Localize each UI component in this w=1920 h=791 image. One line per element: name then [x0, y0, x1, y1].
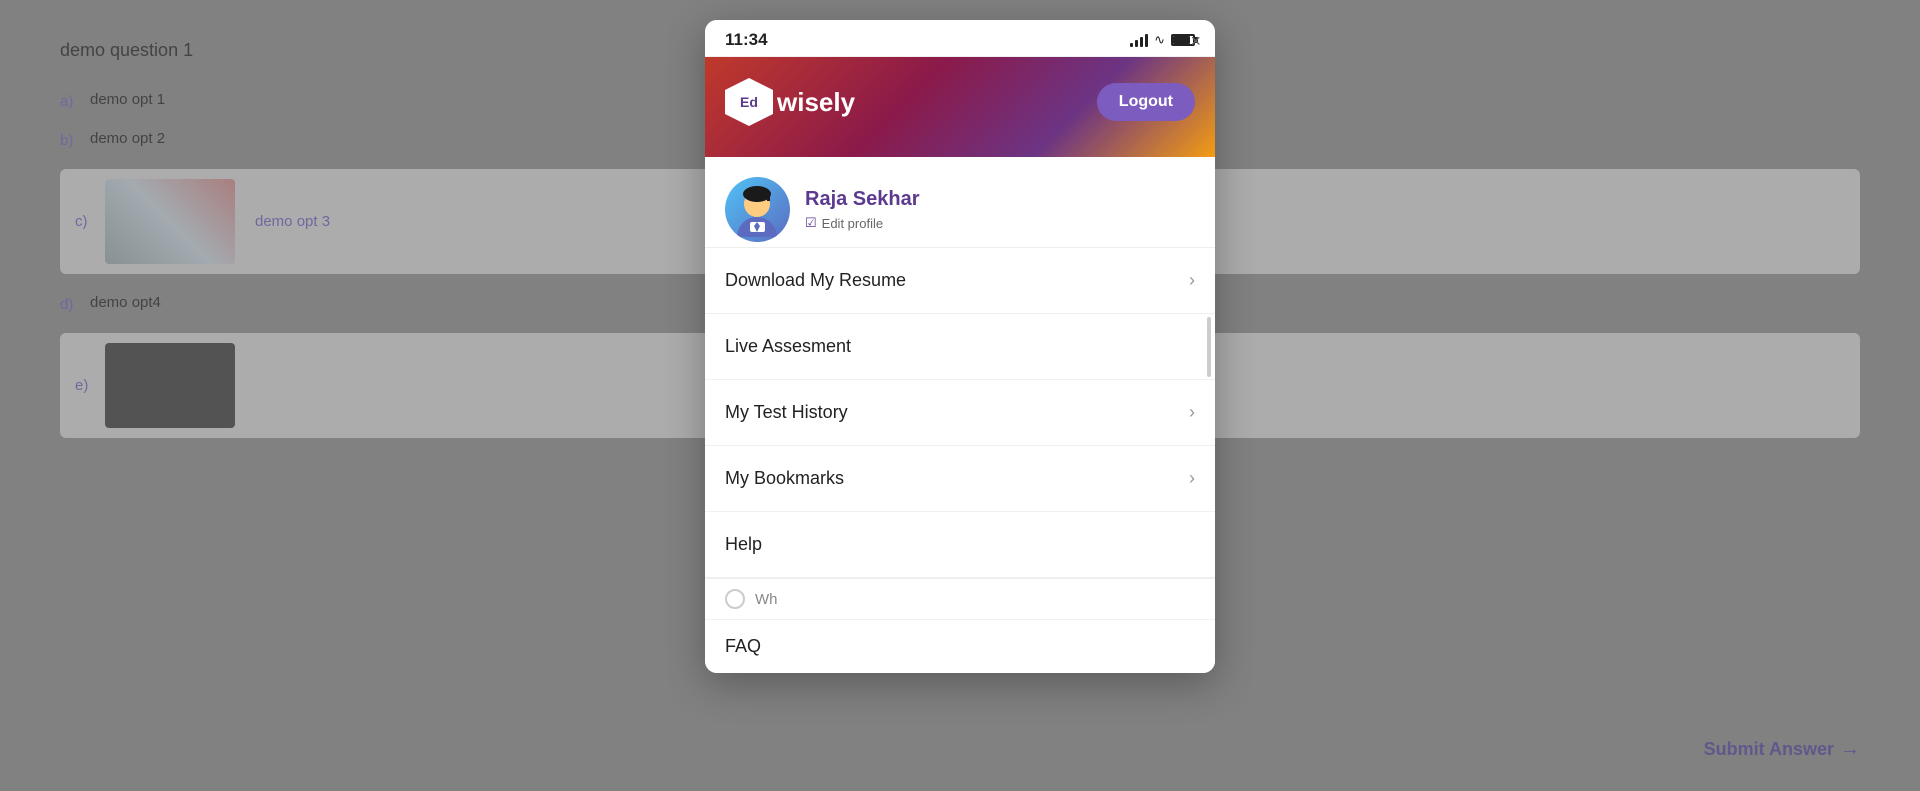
chevron-right-icon-3: ›: [1189, 468, 1195, 489]
bottom-text: Wh: [755, 591, 778, 608]
menu-item-live-assessment[interactable]: Live Assesment: [705, 314, 1215, 380]
status-time: 11:34: [725, 30, 768, 50]
phone-modal: × 11:34 ∿ Ed: [705, 20, 1215, 673]
chevron-right-icon-0: ›: [1189, 270, 1195, 291]
logo-hex: Ed: [725, 78, 773, 126]
profile-name: Raja Sekhar: [805, 188, 920, 211]
bottom-bar: Wh: [705, 578, 1215, 619]
close-button[interactable]: ×: [1190, 32, 1201, 50]
menu-item-download-resume[interactable]: Download My Resume ›: [705, 248, 1215, 314]
signal-icon: [1130, 33, 1148, 47]
edit-profile-label: Edit profile: [822, 216, 883, 231]
faq-label: FAQ: [725, 636, 761, 656]
menu-item-bookmarks[interactable]: My Bookmarks ›: [705, 446, 1215, 512]
logo-hex-text: Ed: [740, 94, 758, 110]
status-bar: 11:34 ∿: [705, 20, 1215, 57]
menu-item-download-resume-label: Download My Resume: [725, 270, 906, 291]
menu-item-help-label: Help: [725, 534, 762, 555]
wifi-icon: ∿: [1154, 32, 1165, 48]
menu-item-help[interactable]: Help: [705, 512, 1215, 578]
profile-info: Raja Sekhar ☑ Edit profile: [805, 188, 920, 231]
logo-area: Ed wisely: [725, 78, 855, 126]
faq-partial-item[interactable]: FAQ: [705, 619, 1215, 673]
logout-button[interactable]: Logout: [1097, 83, 1195, 121]
menu-list: Download My Resume › Live Assesment My T…: [705, 248, 1215, 673]
menu-item-live-assessment-label: Live Assesment: [725, 336, 851, 357]
chevron-right-icon-2: ›: [1189, 402, 1195, 423]
logo-text: wisely: [777, 87, 855, 118]
avatar: [725, 177, 790, 242]
app-header: Ed wisely Logout: [705, 57, 1215, 157]
edit-icon: ☑: [805, 215, 817, 231]
menu-item-test-history-label: My Test History: [725, 402, 848, 423]
scroll-indicator[interactable]: [1207, 317, 1211, 377]
status-icons: ∿: [1130, 32, 1195, 48]
menu-item-bookmarks-label: My Bookmarks: [725, 468, 844, 489]
modal-overlay: × 11:34 ∿ Ed: [0, 0, 1920, 791]
profile-section: Raja Sekhar ☑ Edit profile: [705, 157, 1215, 248]
bottom-radio: [725, 589, 745, 609]
menu-item-test-history[interactable]: My Test History ›: [705, 380, 1215, 446]
edit-profile-button[interactable]: ☑ Edit profile: [805, 215, 920, 231]
